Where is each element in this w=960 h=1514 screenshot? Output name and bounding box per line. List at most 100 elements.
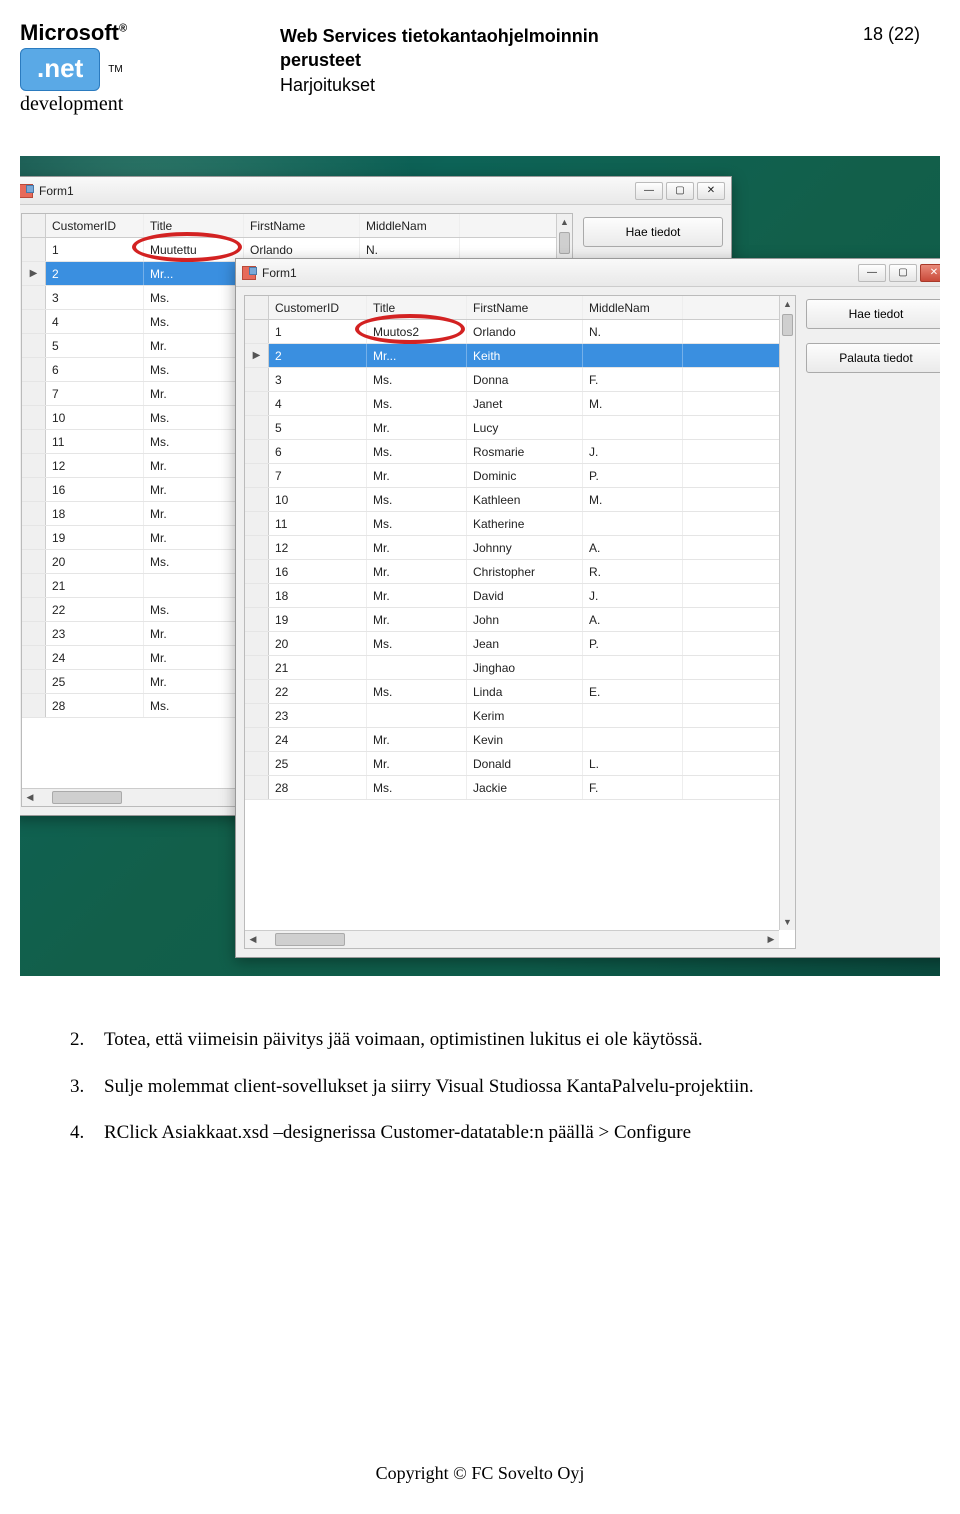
row-header[interactable] [245, 320, 269, 343]
cell[interactable]: 3 [46, 286, 144, 309]
cell[interactable]: Christopher [467, 560, 583, 583]
cell[interactable]: 1 [46, 238, 144, 261]
cell[interactable]: 19 [269, 608, 367, 631]
row-header[interactable] [22, 406, 46, 429]
cell[interactable]: L. [583, 752, 683, 775]
hae-tiedot-button[interactable]: Hae tiedot [583, 217, 723, 247]
scroll-up-icon[interactable]: ▲ [557, 214, 572, 230]
scroll-thumb[interactable] [275, 933, 345, 946]
cell[interactable]: Kerim [467, 704, 583, 727]
cell[interactable]: Dominic [467, 464, 583, 487]
row-header[interactable] [245, 728, 269, 751]
row-header[interactable]: ▶ [22, 262, 46, 285]
cell[interactable]: 25 [46, 670, 144, 693]
titlebar[interactable]: Form1 — ▢ ✕ [236, 259, 940, 287]
row-header[interactable] [22, 478, 46, 501]
cell[interactable]: Donna [467, 368, 583, 391]
cell[interactable]: 25 [269, 752, 367, 775]
cell[interactable]: Mr. [367, 752, 467, 775]
row-header[interactable] [22, 598, 46, 621]
cell[interactable]: 2 [46, 262, 144, 285]
cell[interactable]: Rosmarie [467, 440, 583, 463]
table-row[interactable]: 10Ms.KathleenM. [245, 488, 795, 512]
cell[interactable]: Mr. [144, 382, 244, 405]
scroll-right-icon[interactable]: ▶ [763, 931, 779, 948]
cell[interactable]: Ms. [144, 694, 244, 717]
cell[interactable]: 6 [46, 358, 144, 381]
table-row[interactable]: 21Jinghao [245, 656, 795, 680]
row-header[interactable] [22, 430, 46, 453]
cell[interactable]: 28 [269, 776, 367, 799]
cell[interactable]: Ms. [144, 310, 244, 333]
cell[interactable]: 2 [269, 344, 367, 367]
col-firstname[interactable]: FirstName [244, 214, 360, 237]
scroll-thumb[interactable] [559, 232, 570, 254]
cell[interactable]: Mr. [144, 454, 244, 477]
row-header[interactable] [245, 560, 269, 583]
cell[interactable]: 5 [46, 334, 144, 357]
cell[interactable]: 22 [269, 680, 367, 703]
hae-tiedot-button[interactable]: Hae tiedot [806, 299, 940, 329]
cell[interactable] [144, 574, 244, 597]
cell[interactable]: 7 [46, 382, 144, 405]
cell[interactable]: M. [583, 392, 683, 415]
cell[interactable]: Ms. [367, 440, 467, 463]
table-row[interactable]: 7Mr.DominicP. [245, 464, 795, 488]
table-row[interactable]: 22Ms.LindaE. [245, 680, 795, 704]
cell[interactable]: 16 [46, 478, 144, 501]
col-customerid[interactable]: CustomerID [269, 296, 367, 319]
row-header[interactable] [245, 392, 269, 415]
cell[interactable] [583, 704, 683, 727]
row-header[interactable] [22, 574, 46, 597]
row-header[interactable] [245, 488, 269, 511]
cell[interactable]: 12 [46, 454, 144, 477]
row-header[interactable] [22, 646, 46, 669]
cell[interactable]: Mr. [144, 502, 244, 525]
cell[interactable]: Mr. [367, 464, 467, 487]
cell[interactable]: Muutettu [144, 238, 244, 261]
table-row[interactable]: 20Ms.JeanP. [245, 632, 795, 656]
row-header[interactable] [245, 368, 269, 391]
row-header[interactable] [245, 464, 269, 487]
row-header[interactable] [22, 358, 46, 381]
row-header[interactable] [22, 382, 46, 405]
maximize-button[interactable]: ▢ [666, 182, 694, 200]
table-row[interactable]: 3Ms.DonnaF. [245, 368, 795, 392]
cell[interactable]: 22 [46, 598, 144, 621]
cell[interactable]: M. [583, 488, 683, 511]
cell[interactable]: Kathleen [467, 488, 583, 511]
row-header[interactable] [22, 550, 46, 573]
cell[interactable]: Ms. [367, 776, 467, 799]
datagrid-front[interactable]: CustomerID Title FirstName MiddleNam 1Mu… [244, 295, 796, 949]
row-header[interactable] [245, 584, 269, 607]
cell[interactable]: 3 [269, 368, 367, 391]
row-header[interactable] [22, 454, 46, 477]
cell[interactable]: Jackie [467, 776, 583, 799]
row-header[interactable] [245, 512, 269, 535]
cell[interactable]: 28 [46, 694, 144, 717]
cell[interactable]: 10 [46, 406, 144, 429]
cell[interactable]: 23 [46, 622, 144, 645]
cell[interactable]: P. [583, 632, 683, 655]
row-header[interactable] [245, 632, 269, 655]
row-header[interactable] [22, 622, 46, 645]
cell[interactable]: 21 [269, 656, 367, 679]
cell[interactable] [583, 656, 683, 679]
row-header[interactable] [22, 286, 46, 309]
cell[interactable]: Ms. [144, 430, 244, 453]
col-customerid[interactable]: CustomerID [46, 214, 144, 237]
table-row[interactable]: 16Mr.ChristopherR. [245, 560, 795, 584]
cell[interactable] [583, 728, 683, 751]
cell[interactable]: Muutos2 [367, 320, 467, 343]
table-row[interactable]: 12Mr.JohnnyA. [245, 536, 795, 560]
cell[interactable]: R. [583, 560, 683, 583]
cell[interactable]: 7 [269, 464, 367, 487]
cell[interactable]: Ms. [144, 406, 244, 429]
cell[interactable]: Mr. [144, 526, 244, 549]
cell[interactable]: 1 [269, 320, 367, 343]
cell[interactable]: Ms. [144, 286, 244, 309]
cell[interactable]: 11 [269, 512, 367, 535]
cell[interactable]: 18 [46, 502, 144, 525]
table-row[interactable]: 4Ms.JanetM. [245, 392, 795, 416]
cell[interactable] [367, 656, 467, 679]
